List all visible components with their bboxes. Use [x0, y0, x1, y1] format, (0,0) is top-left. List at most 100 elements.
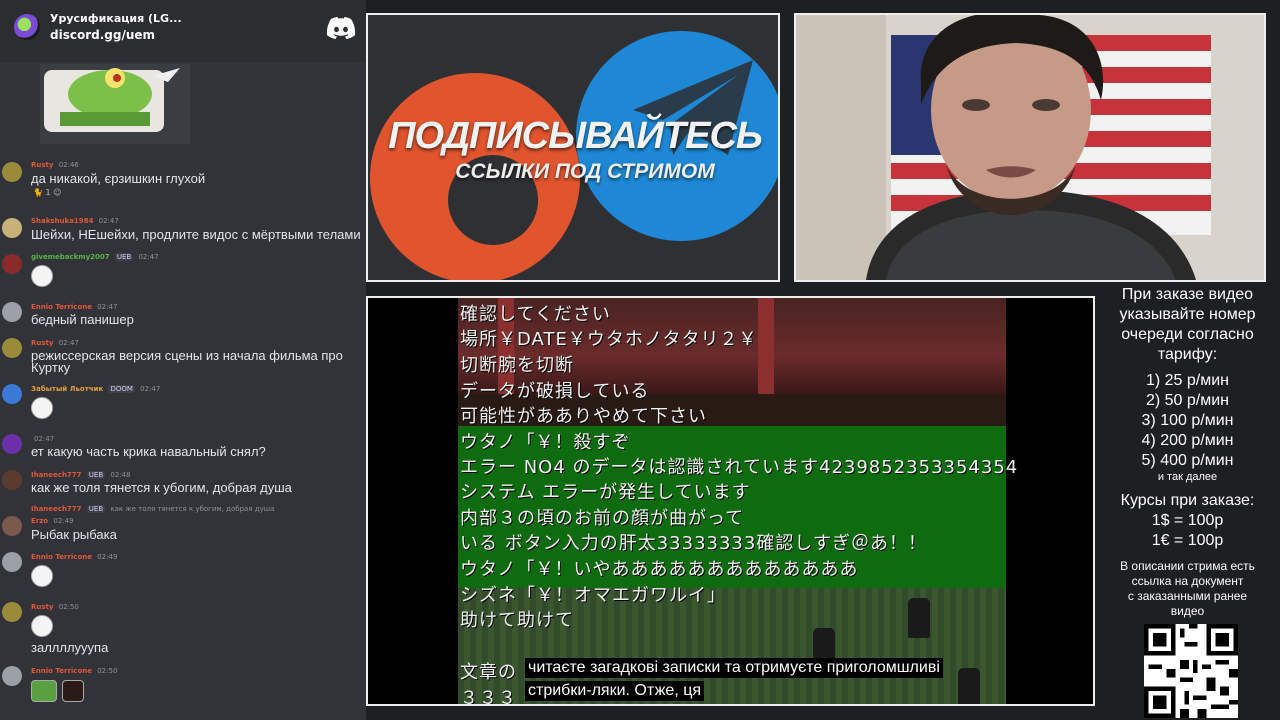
message-text: режиссерская версия сцены из начала филь… [31, 348, 343, 363]
scream-emoji-icon [31, 565, 53, 587]
glitch-text-line: データが破損している [460, 381, 650, 402]
glitch-text-line: 可能性があありやめて下さい [460, 406, 707, 427]
timestamp: 02:47 [140, 385, 161, 393]
message-meta: Ennio Terricone 02:49 [31, 553, 117, 561]
avatar[interactable] [2, 162, 22, 182]
intro-line: При заказе видео [1121, 286, 1254, 303]
course-item: 1€ = 100р [1151, 532, 1224, 549]
message-meta: Rusty 02:50 [31, 603, 79, 611]
timestamp: 02:47 [58, 339, 79, 347]
face-emoji-icon [62, 680, 84, 702]
note-line: с заказанными ранее [1127, 589, 1248, 603]
discord-icon [326, 17, 356, 39]
subtitle-line-2: стрибки-ляки. Отже, ця [525, 681, 705, 701]
username[interactable]: Ennio Terricone [31, 553, 92, 561]
glitch-text-line: システム エラーが発生しています [460, 482, 751, 503]
username[interactable]: Rusty [31, 161, 53, 169]
note-line: ссылка на документ [1131, 574, 1244, 588]
face-emoji-icon [31, 397, 53, 419]
subscribe-headline: ПОДПИСЫВАЙТЕСЬ [388, 115, 763, 157]
rate-item: 5) 400 р/мин [1141, 452, 1234, 469]
message-text: Рыбак рыбака [31, 527, 117, 542]
glitch-text-line: エラー NO4 のデータは認識されています4239852353354354 [460, 457, 1019, 478]
glitch-text-line: 確認してください [460, 304, 611, 325]
glitch-text-line: 場所￥DATE￥ウタホノタタリ２￥ [460, 329, 758, 350]
message-text: да никакой, єрзишкин глухой [31, 171, 206, 186]
username[interactable]: Ennio Terricone [31, 303, 92, 311]
qr-code-icon [1144, 624, 1238, 718]
timestamp: 02:48 [110, 471, 131, 479]
username[interactable]: Ihaneech777 [31, 471, 82, 479]
username[interactable]: Rusty [31, 339, 53, 347]
timestamp: 02:49 [53, 517, 74, 525]
stone-lantern [958, 668, 980, 704]
avatar[interactable] [2, 552, 22, 572]
glitch-text-line: シズネ「￥！オマエガワルイ」 [460, 585, 726, 606]
timestamp: 02:46 [58, 161, 79, 169]
subscribe-promo-panel: ПОДПИСЫВАЙТЕСЬ ССЫЛКИ ПОД СТРИМОМ [366, 13, 780, 282]
avatar[interactable] [2, 338, 22, 358]
role-badge: UEB [114, 253, 134, 261]
avatar[interactable] [2, 470, 22, 490]
stone-lantern [908, 598, 930, 638]
username[interactable]: Erzo [31, 517, 48, 525]
chat-message: Забытый Льотчик DOOM 02:47 [0, 382, 366, 424]
description-note: В описании стрима есть ссылка на докумен… [1095, 559, 1280, 619]
chat-message: Ihaneech777 UEB 02:48 как же толя тянетс… [0, 468, 366, 498]
reply-preview[interactable]: Ihaneech777 UEB как же толя тянется к уб… [31, 505, 274, 513]
chat-message: givemebackmy2007 UEB 02:47 [0, 250, 366, 292]
timestamp: 02:47 [34, 435, 55, 443]
frog-emoji-icon [31, 680, 57, 702]
username[interactable]: Shakshuka1984 [31, 217, 93, 225]
avatar[interactable] [2, 302, 22, 322]
message-text: Шейхи, НЕшейхи, продлите видос с мёртвым… [31, 227, 361, 242]
server-header[interactable]: Урусификация (LG... discord.gg/uem [0, 0, 366, 62]
rate-item: 2) 50 р/мин [1145, 392, 1230, 409]
role-badge: DOOM [108, 385, 135, 393]
message-meta: Ennio Terricone 02:50 [31, 667, 117, 675]
avatar[interactable] [2, 666, 22, 686]
role-badge: UEB [86, 471, 106, 479]
message-meta: Ihaneech777 UEB 02:48 [31, 471, 131, 479]
avatar[interactable] [2, 516, 22, 536]
course-list: 1$ = 100р 1€ = 100р [1095, 511, 1280, 551]
chat-message: Ihaneech777 UEB как же толя тянется к уб… [0, 504, 366, 544]
avatar[interactable] [2, 602, 22, 622]
username[interactable]: Ennio Terricone [31, 667, 92, 675]
glitch-text-line: ウタノ「￥！殺すぞ [460, 432, 631, 453]
game-capture-panel: 確認してください 場所￥DATE￥ウタホノタタリ２￥ 切断腕を切断 データが破損… [366, 296, 1095, 706]
timestamp: 02:50 [58, 603, 79, 611]
avatar[interactable] [2, 254, 22, 274]
avatar[interactable] [2, 384, 22, 404]
reaction-count[interactable]: 🐈 1 ☺ [33, 188, 62, 197]
message-meta: Ennio Terricone 02:47 [31, 303, 117, 311]
chat-message: 02:47 ет какую часть крика навальный сня… [0, 432, 366, 462]
glitch-text-line: いる ボタン入力の肝太33333333確認しすぎ＠あ！！ [460, 533, 927, 554]
intro-line: очереди согласно [1121, 326, 1254, 343]
avatar[interactable] [2, 218, 22, 238]
chat-message: Ennio Terricone 02:47 бедный панишер [0, 300, 366, 330]
links-subline: ССЫЛКИ ПОД СТРИМОМ [455, 160, 715, 183]
courses-title: Курсы при заказе: [1120, 492, 1255, 509]
frog-sticker [40, 64, 190, 144]
avatar[interactable] [2, 434, 22, 454]
webcam-feed [794, 13, 1266, 282]
glitch-text-line: 文章の [460, 662, 517, 683]
username[interactable]: Rusty [31, 603, 53, 611]
chat-message: Shakshuka1984 02:47 Шейхи, НЕшейхи, прод… [0, 214, 366, 250]
chat-message: Ennio Terricone 02:50 [0, 664, 366, 720]
server-invite-link[interactable]: discord.gg/uem [50, 28, 155, 42]
message-meta: Shakshuka1984 02:47 [31, 217, 119, 225]
username[interactable]: Забытый Льотчик [31, 385, 103, 393]
message-meta: Rusty 02:47 [31, 339, 79, 347]
rate-list: 1) 25 р/мин 2) 50 р/мин 3) 100 р/мин 4) … [1095, 371, 1280, 471]
username[interactable]: givemebackmy2007 [31, 253, 110, 261]
chat-message: Ennio Terricone 02:49 [0, 550, 366, 594]
message-meta: Rusty 02:46 [31, 161, 79, 169]
chat-message: Rusty 02:50 заллллууупа [0, 600, 366, 656]
rate-item: 3) 100 р/мин [1141, 412, 1234, 429]
glitch-text-line: 内部３の頃のお前の顔が曲がって [460, 508, 745, 529]
timestamp: 02:47 [97, 303, 118, 311]
username[interactable]: Ihaneech777 [31, 505, 82, 513]
server-avatar [14, 14, 40, 40]
